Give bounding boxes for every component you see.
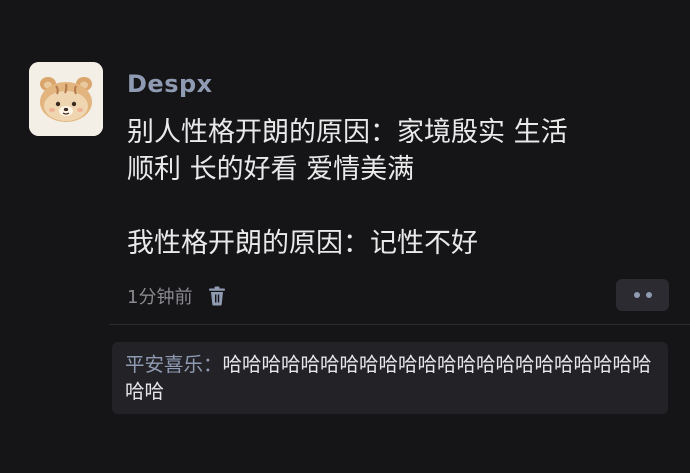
comment-content: 别人性格开朗的原因：家境殷实 生活 顺利 长的好看 爱情美满 我性格开朗的原因：… xyxy=(127,114,667,262)
reply-preview[interactable]: 平安喜乐：哈哈哈哈哈哈哈哈哈哈哈哈哈哈哈哈哈哈哈哈哈哈哈哈 xyxy=(112,342,668,414)
avatar[interactable] xyxy=(29,62,103,136)
content-line: 别人性格开朗的原因：家境殷实 生活 xyxy=(127,117,568,148)
content-line: 顺利 长的好看 爱情美满 xyxy=(127,154,415,185)
reply-author[interactable]: 平安喜乐： xyxy=(125,353,223,376)
more-dots-icon xyxy=(631,292,655,298)
timestamp: 1分钟前 xyxy=(127,287,193,308)
reply-text-block: 平安喜乐：哈哈哈哈哈哈哈哈哈哈哈哈哈哈哈哈哈哈哈哈哈哈哈哈 xyxy=(125,351,655,405)
author-name[interactable]: Despx xyxy=(127,70,213,98)
delete-button[interactable] xyxy=(206,284,228,308)
more-options-button[interactable] xyxy=(616,279,669,311)
divider xyxy=(109,324,690,325)
content-line: 我性格开朗的原因：记性不好 xyxy=(127,228,478,259)
trash-icon xyxy=(209,286,226,306)
comment-post: Despx 别人性格开朗的原因：家境殷实 生活 顺利 长的好看 爱情美满 我性格… xyxy=(0,0,690,473)
comment-meta: 1分钟前 xyxy=(127,282,228,310)
bear-avatar-icon xyxy=(29,62,103,136)
